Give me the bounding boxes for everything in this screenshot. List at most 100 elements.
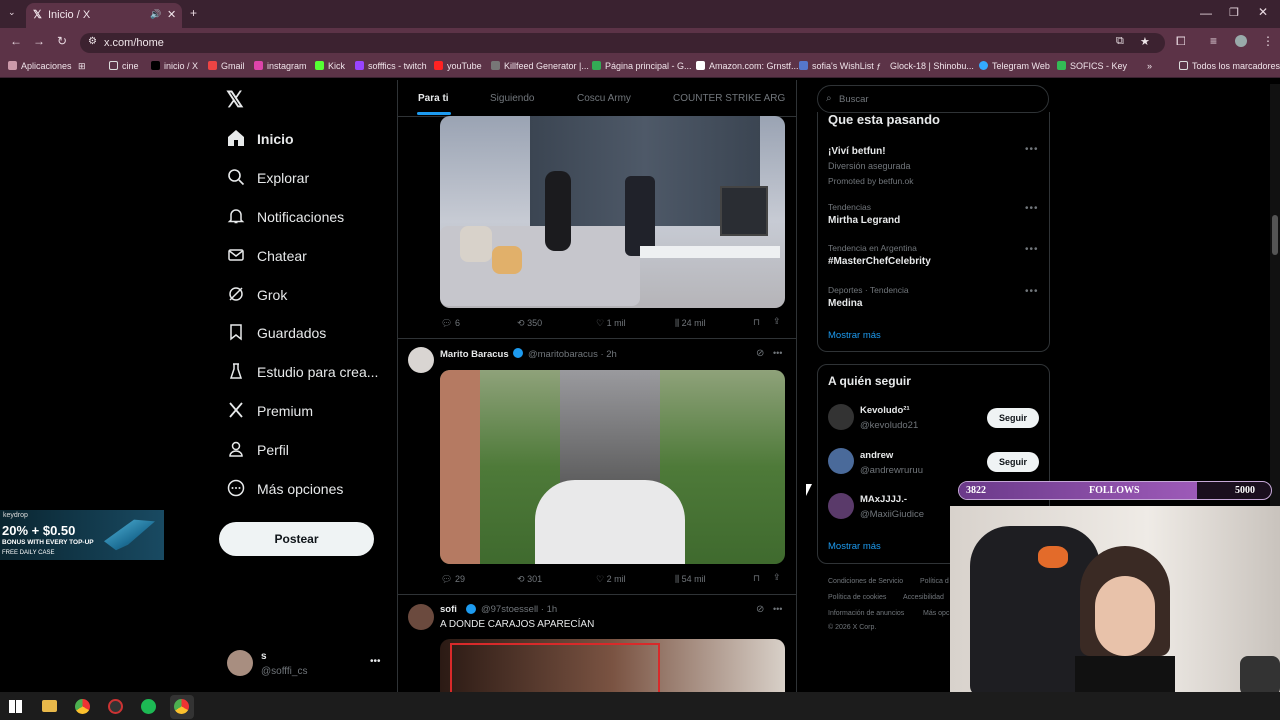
grok-post-icon[interactable]: ⊘ — [756, 348, 764, 359]
forward-icon[interactable]: → — [33, 34, 45, 48]
follow1-button[interactable]: Seguir — [987, 408, 1039, 428]
post3-media[interactable] — [440, 639, 785, 692]
app-icon[interactable] — [108, 699, 123, 714]
bookmark-gmail[interactable]: Gmail — [208, 61, 245, 71]
tab-siguiendo[interactable]: Siguiendo — [490, 93, 534, 104]
url-field[interactable]: ⚙ x.com/home ⧉ ★ — [80, 33, 1165, 53]
post3-more-icon[interactable]: ••• — [773, 604, 782, 614]
post-button[interactable]: Postear — [219, 522, 374, 556]
footer-terms[interactable]: Condiciones de Servicio — [828, 578, 903, 585]
account-menu-icon[interactable]: ••• — [370, 656, 381, 667]
extensions-icon[interactable]: ⧠ — [1176, 34, 1186, 49]
trend-more-icon[interactable]: ••• — [1025, 244, 1039, 255]
reload-icon[interactable]: ↻ — [57, 34, 67, 48]
chrome-icon[interactable] — [75, 699, 90, 714]
bookmark-kick[interactable]: Kick — [315, 61, 345, 71]
restore-icon[interactable]: ❐ — [1229, 6, 1239, 19]
post1-bookmark-icon[interactable]: ⊓ — [753, 317, 760, 328]
post1-reply[interactable]: 💬︎ 6 — [441, 318, 460, 329]
tab-close-icon[interactable]: ✕ — [167, 8, 176, 21]
bookmark-instagram[interactable]: instagram — [254, 61, 307, 71]
footer-cookies[interactable]: Política de cookies — [828, 594, 886, 601]
post1-views[interactable]: ⫼ 24 mil — [675, 318, 706, 329]
post2-share-icon[interactable]: ⇪ — [773, 572, 781, 583]
footer-accessibility[interactable]: Accesibilidad — [903, 594, 944, 601]
bookmark-twitch[interactable]: sofffics - twitch — [355, 61, 427, 71]
post3-author[interactable]: sofi — [440, 604, 457, 615]
post2-author[interactable]: Marito Baracus — [440, 349, 509, 360]
post2-media[interactable] — [440, 370, 785, 564]
bookmark-grid[interactable]: ⊞ — [78, 61, 86, 72]
minimize-icon[interactable]: — — [1200, 6, 1212, 20]
trend3-name[interactable]: Medina — [828, 298, 862, 309]
bookmark-wishlist[interactable]: sofia's WishList — [799, 61, 874, 71]
chrome-active-icon[interactable] — [174, 699, 189, 714]
site-info-icon[interactable]: ⚙ — [88, 36, 97, 47]
trends-show-more[interactable]: Mostrar más — [828, 330, 881, 341]
user-avatar[interactable] — [227, 650, 253, 676]
trend-more-icon[interactable]: ••• — [1025, 286, 1039, 297]
bookmark-amazon[interactable]: Amazon.com: Grnstf... — [696, 61, 799, 71]
follow-show-more[interactable]: Mostrar más — [828, 541, 881, 552]
x-logo-icon[interactable]: 𝕏 — [226, 87, 244, 113]
follow3-name[interactable]: MAxJJJJ.- — [860, 494, 907, 505]
bookmark-all[interactable]: Todos los marcadores — [1179, 61, 1280, 71]
bookmark-apps[interactable]: Aplicaciones — [8, 61, 72, 71]
post1-repost[interactable]: ⟲ 350 — [517, 318, 542, 329]
trend1-name[interactable]: Mirtha Legrand — [828, 215, 900, 226]
spotify-icon[interactable] — [141, 699, 156, 714]
tab-coscu-army[interactable]: Coscu Army — [577, 93, 631, 104]
install-icon[interactable]: ⧉ — [1116, 35, 1124, 48]
promo-name[interactable]: ¡Viví betfun! — [828, 146, 886, 157]
post2-reply[interactable]: 💬︎ 29 — [441, 574, 465, 585]
post2-like[interactable]: ♡ 2 mil — [596, 574, 626, 585]
bookmark-drive[interactable]: Página principal - G... — [592, 61, 692, 71]
post3-avatar[interactable] — [408, 604, 434, 630]
follow2-avatar[interactable] — [828, 448, 854, 474]
tab-search-icon[interactable]: ⌄ — [8, 7, 16, 18]
audio-icon[interactable]: 🔊 — [150, 9, 161, 20]
post2-views[interactable]: ⫼ 54 mil — [675, 574, 706, 585]
trend2-name[interactable]: #MasterChefCelebrity — [828, 256, 931, 267]
new-tab-icon[interactable]: + — [190, 6, 197, 20]
bookmark-glock[interactable]: f Glock-18 | Shinobu... — [877, 61, 974, 72]
tab-counter-strike[interactable]: COUNTER STRIKE ARG — [673, 93, 785, 104]
follow2-button[interactable]: Seguir — [987, 452, 1039, 472]
profile-avatar[interactable] — [1235, 35, 1247, 47]
tab-para-ti[interactable]: Para ti — [418, 93, 449, 104]
media-icon[interactable]: ≡ — [1210, 34, 1217, 48]
post1-share-icon[interactable]: ⇪ — [773, 316, 781, 327]
bookmark-x[interactable]: inicio / X — [151, 61, 198, 71]
bookmark-killfeed[interactable]: Killfeed Generator |... — [491, 61, 589, 71]
star-icon[interactable]: ★ — [1140, 35, 1150, 48]
menu-icon[interactable]: ⋮ — [1262, 34, 1274, 48]
search-input[interactable]: ⌕ Buscar — [817, 85, 1049, 113]
windows-start-icon[interactable] — [9, 700, 22, 713]
trend-more-icon[interactable]: ••• — [1025, 144, 1039, 155]
post1-like[interactable]: ♡ 1 mil — [596, 318, 626, 329]
follow3-avatar[interactable] — [828, 493, 854, 519]
post2-bookmark-icon[interactable]: ⊓ — [753, 573, 760, 584]
follow2-name[interactable]: andrew — [860, 450, 893, 461]
back-icon[interactable]: ← — [10, 34, 22, 48]
file-explorer-icon[interactable] — [42, 700, 57, 712]
bookmark-sofics[interactable]: SOFICS - Key — [1057, 61, 1127, 71]
post2-avatar[interactable] — [408, 347, 434, 373]
footer-privacy[interactable]: Política d — [920, 578, 949, 585]
trend-more-icon[interactable]: ••• — [1025, 203, 1039, 214]
footer-ads-info[interactable]: Información de anuncios — [828, 610, 904, 617]
bookmarks-overflow-icon[interactable]: » — [1147, 61, 1152, 71]
bookmark-telegram[interactable]: Telegram Web — [979, 61, 1050, 71]
bookmark-youtube[interactable]: youTube — [434, 61, 482, 71]
bookmark-cine[interactable]: cine — [109, 61, 139, 71]
follow1-avatar[interactable] — [828, 404, 854, 430]
footer-more[interactable]: Más opc — [923, 610, 949, 617]
post2-repost[interactable]: ⟲ 301 — [517, 574, 542, 585]
post2-more-icon[interactable]: ••• — [773, 348, 782, 358]
post1-media[interactable] — [440, 116, 785, 308]
close-window-icon[interactable]: ✕ — [1258, 5, 1268, 19]
tab-active[interactable]: 𝕏 Inicio / X 🔊 ✕ — [26, 3, 182, 28]
scrollbar-thumb[interactable] — [1272, 215, 1278, 255]
follow1-name[interactable]: Kevoludo²¹ — [860, 405, 910, 416]
grok-post-icon[interactable]: ⊘ — [756, 604, 764, 615]
